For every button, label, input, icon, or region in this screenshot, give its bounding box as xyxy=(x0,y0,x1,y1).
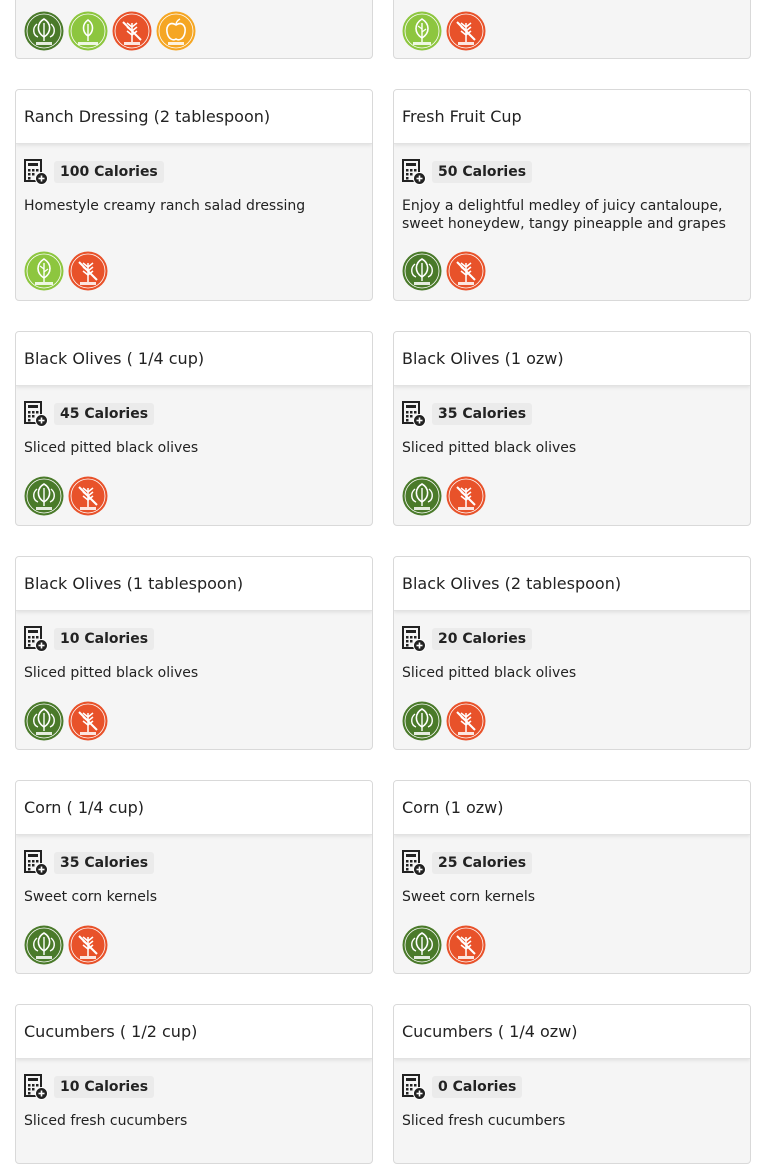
calculator-icon[interactable] xyxy=(24,626,48,652)
item-title[interactable]: Corn ( 1/4 cup) xyxy=(16,781,372,835)
calculator-icon[interactable] xyxy=(402,401,426,427)
diet-badges xyxy=(24,925,112,965)
item-description: Sliced fresh cucumbers xyxy=(24,1113,188,1129)
item-title[interactable]: Ranch Dressing (2 tablespoon) xyxy=(16,90,372,144)
calories-badge: 100 Calories xyxy=(54,161,164,183)
gluten-free-icon xyxy=(446,11,486,51)
gluten-free-icon xyxy=(446,925,486,965)
diet-badges xyxy=(24,701,112,741)
menu-card[interactable]: Black Olives (1 ozw) 35 Calories Sliced … xyxy=(393,331,751,526)
item-description: Sliced pitted black olives xyxy=(402,665,577,681)
diet-badges xyxy=(402,925,490,965)
gluten-free-icon xyxy=(446,701,486,741)
menu-card[interactable]: Cucumbers ( 1/2 cup) 10 Calories Sliced … xyxy=(15,1004,373,1164)
item-title[interactable]: Black Olives (1 tablespoon) xyxy=(16,557,372,611)
item-title[interactable]: Fresh Fruit Cup xyxy=(394,90,750,144)
calories-badge: 10 Calories xyxy=(54,628,155,650)
item-description: Sweet corn kernels xyxy=(402,889,535,905)
vegan-icon xyxy=(402,476,442,516)
item-description: Enjoy a delightful medley of juicy canta… xyxy=(402,198,726,232)
item-title[interactable]: Black Olives (2 tablespoon) xyxy=(394,557,750,611)
vegan-icon xyxy=(24,701,64,741)
vegan-icon xyxy=(402,925,442,965)
item-title[interactable]: Black Olives (1 ozw) xyxy=(394,332,750,386)
menu-card[interactable]: Corn (1 ozw) 25 Calories Sweet corn kern… xyxy=(393,780,751,974)
menu-card[interactable]: Black Olives (2 tablespoon) 20 Calories … xyxy=(393,556,751,750)
gluten-free-icon xyxy=(68,476,108,516)
menu-card[interactable] xyxy=(393,0,751,59)
calculator-icon[interactable] xyxy=(24,850,48,876)
item-title[interactable]: Corn (1 ozw) xyxy=(394,781,750,835)
menu-card[interactable]: Black Olives ( 1/4 cup) 45 Calories Slic… xyxy=(15,331,373,526)
diet-badges xyxy=(24,11,200,51)
diet-badges xyxy=(24,476,112,516)
calculator-icon[interactable] xyxy=(402,159,426,185)
vegan-icon xyxy=(24,11,64,51)
item-title[interactable]: Black Olives ( 1/4 cup) xyxy=(16,332,372,386)
item-title[interactable]: Cucumbers ( 1/2 cup) xyxy=(16,1005,372,1059)
menu-card[interactable]: Cucumbers ( 1/4 ozw) 0 Calories Sliced f… xyxy=(393,1004,751,1164)
gluten-free-icon xyxy=(68,925,108,965)
diet-badges xyxy=(24,251,112,291)
calculator-icon[interactable] xyxy=(402,626,426,652)
vegetarian-icon xyxy=(402,11,442,51)
calculator-icon[interactable] xyxy=(402,1074,426,1100)
menu-card[interactable]: Black Olives (1 tablespoon) 10 Calories … xyxy=(15,556,373,750)
diet-badges xyxy=(402,476,490,516)
gluten-free-icon xyxy=(68,251,108,291)
item-description: Homestyle creamy ranch salad dressing xyxy=(24,198,306,214)
menu-card[interactable]: Ranch Dressing (2 tablespoon) 100 Calori… xyxy=(15,89,373,301)
calories-badge: 0 Calories xyxy=(432,1076,523,1098)
item-description: Sliced pitted black olives xyxy=(24,665,199,681)
gluten-free-icon xyxy=(446,476,486,516)
vegan-icon xyxy=(24,476,64,516)
calories-badge: 35 Calories xyxy=(54,852,155,874)
menu-card[interactable]: Fresh Fruit Cup 50 Calories Enjoy a deli… xyxy=(393,89,751,301)
calories-badge: 35 Calories xyxy=(432,403,533,425)
calculator-icon[interactable] xyxy=(24,401,48,427)
calories-badge: 10 Calories xyxy=(54,1076,155,1098)
vegan-icon xyxy=(402,251,442,291)
calories-badge: 50 Calories xyxy=(432,161,533,183)
menu-card[interactable]: Corn ( 1/4 cup) 35 Calories Sweet corn k… xyxy=(15,780,373,974)
vegan-icon xyxy=(24,925,64,965)
eat-well-icon xyxy=(156,11,196,51)
gluten-free-icon xyxy=(446,251,486,291)
diet-badges xyxy=(402,11,490,51)
menu-card[interactable] xyxy=(15,0,373,59)
vegetarian-icon xyxy=(24,251,64,291)
item-description: Sliced fresh cucumbers xyxy=(402,1113,566,1129)
calculator-icon[interactable] xyxy=(402,850,426,876)
calculator-icon[interactable] xyxy=(24,1074,48,1100)
plant-forward-icon xyxy=(68,11,108,51)
gluten-free-icon xyxy=(112,11,152,51)
calculator-icon[interactable] xyxy=(24,159,48,185)
vegan-icon xyxy=(402,701,442,741)
item-description: Sweet corn kernels xyxy=(24,889,157,905)
item-title[interactable]: Cucumbers ( 1/4 ozw) xyxy=(394,1005,750,1059)
gluten-free-icon xyxy=(68,701,108,741)
item-description: Sliced pitted black olives xyxy=(402,440,577,456)
calories-badge: 20 Calories xyxy=(432,628,533,650)
calories-badge: 25 Calories xyxy=(432,852,533,874)
item-description: Sliced pitted black olives xyxy=(24,440,199,456)
diet-badges xyxy=(402,251,490,291)
calories-badge: 45 Calories xyxy=(54,403,155,425)
diet-badges xyxy=(402,701,490,741)
